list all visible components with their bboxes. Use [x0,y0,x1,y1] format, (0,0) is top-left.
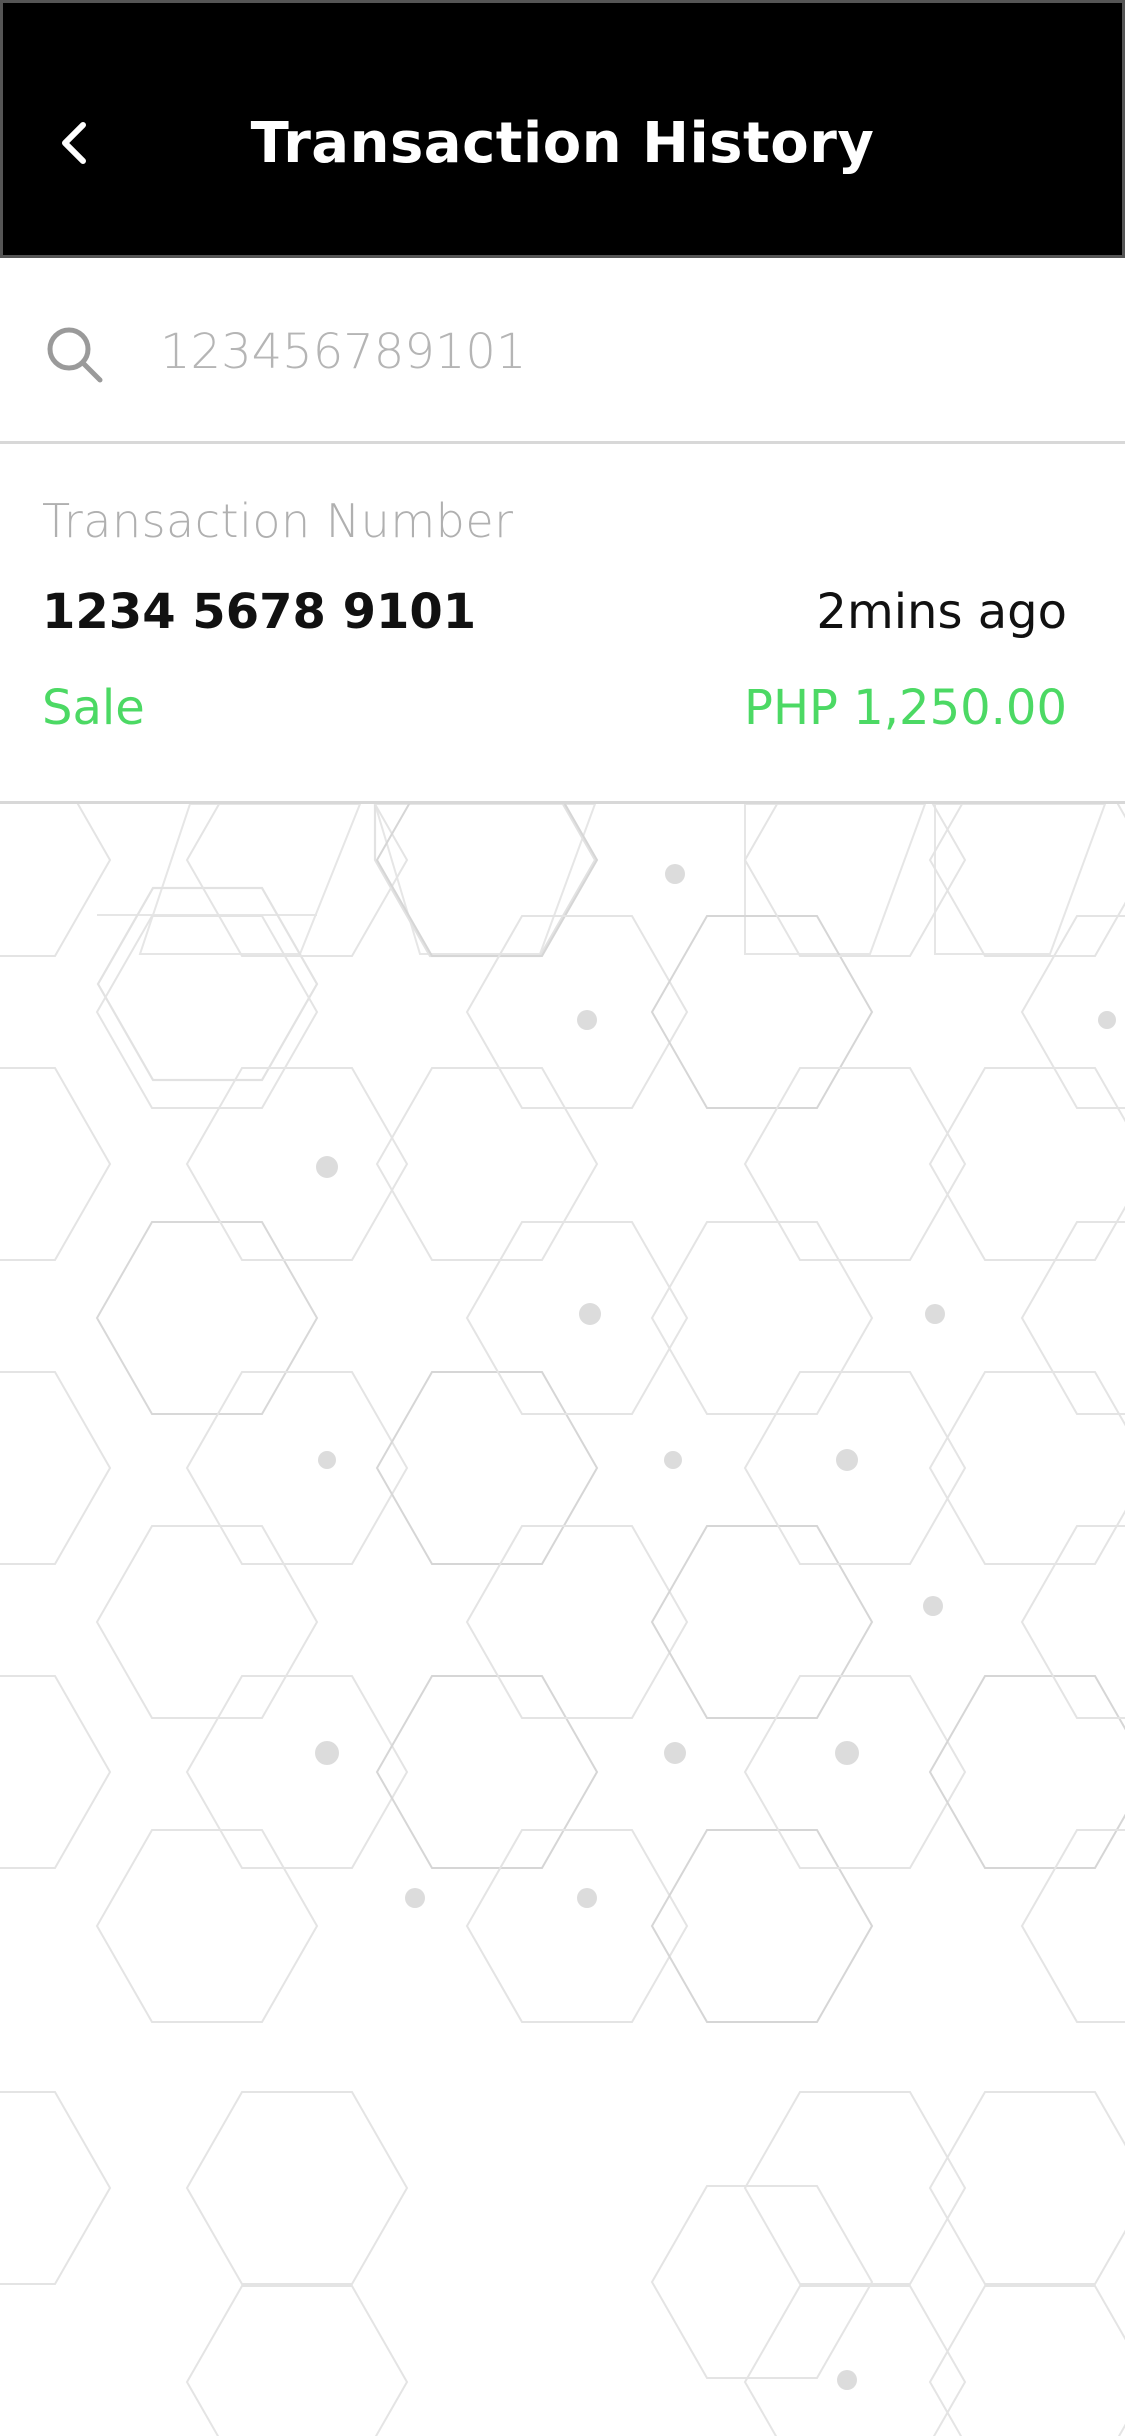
transaction-item[interactable]: Transaction Number 1234 5678 9101 2mins … [0,444,1125,804]
transaction-amount: PHP 1,250.00 [744,680,1067,736]
search-icon[interactable] [44,324,106,386]
search-bar [0,258,1125,444]
transaction-time: 2mins ago [816,584,1067,640]
search-input[interactable] [160,320,1060,384]
app-header: Transaction History [0,0,1125,258]
transaction-number: 1234 5678 9101 [42,584,477,640]
page-title: Transaction History [250,111,875,176]
transaction-number-label: Transaction Number [42,494,514,548]
transaction-type: Sale [42,680,145,736]
hexagon-background-pattern [0,804,1125,2436]
